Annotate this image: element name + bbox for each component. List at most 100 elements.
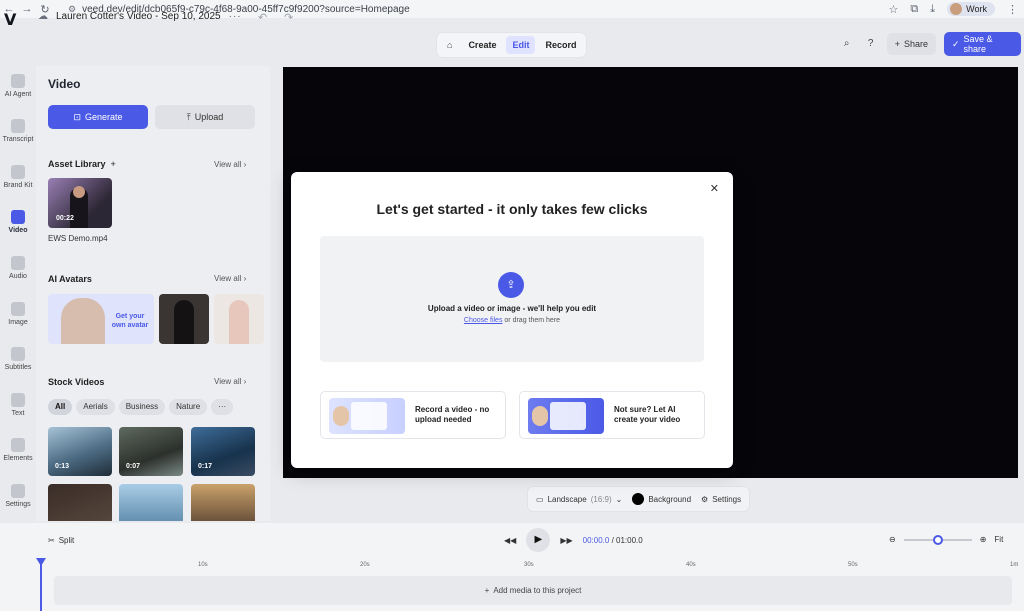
chip-more[interactable]: ···: [211, 399, 234, 415]
mode-record[interactable]: Record: [539, 36, 582, 54]
ai-create-option-label: Not sure? Let AI create your video: [614, 405, 681, 424]
chip-aerials[interactable]: Aerials: [76, 399, 115, 415]
rail-item-elements[interactable]: Elements: [0, 438, 36, 462]
background-color-swatch: [632, 493, 645, 505]
rail-item-ai-agent[interactable]: AI Agent: [0, 74, 36, 98]
asset-library-view-all[interactable]: View all ›: [214, 160, 246, 169]
search-icon[interactable]: ⌕: [839, 36, 855, 52]
record-video-option[interactable]: Record a video - no upload needed: [320, 391, 506, 439]
forward-icon[interactable]: →: [18, 3, 36, 15]
avatar-thumbnail[interactable]: [159, 294, 209, 344]
current-time: 00:00.0: [582, 535, 610, 545]
canvas-settings-button[interactable]: ⚙ Settings: [701, 495, 741, 504]
asset-person-head: [73, 186, 85, 198]
ai-avatars-view-all[interactable]: View all ›: [214, 274, 246, 283]
project-title[interactable]: Lauren Cotter's Video - Sep 10, 2025: [56, 11, 221, 22]
timeline: ✂ Split ◀◀ ▶ ▶▶ 00:00.0 / 01:00.0 ⊖ ⊕ Fi…: [0, 523, 1024, 611]
split-button[interactable]: ✂ Split: [48, 536, 74, 545]
stock-video-thumbnail[interactable]: 0:07: [119, 427, 183, 476]
dropzone-subtext: Choose files or drag them here: [320, 317, 704, 324]
stock-video-thumbnail[interactable]: [119, 484, 183, 521]
extensions-icon[interactable]: ⧉: [910, 3, 918, 16]
mode-create[interactable]: Create: [462, 36, 502, 54]
stock-duration: 0:17: [198, 463, 213, 470]
rail-item-subtitles[interactable]: Subtitles: [0, 347, 36, 371]
rail-item-audio[interactable]: Audio: [0, 256, 36, 280]
upload-dropzone[interactable]: ⇪ Upload a video or image - we'll help y…: [320, 236, 704, 362]
play-button[interactable]: ▶: [526, 528, 551, 552]
zoom-in-icon[interactable]: ⊕: [980, 535, 987, 544]
total-time: 01:00.0: [616, 535, 643, 545]
create-avatar-text: Get your own avatar: [111, 313, 149, 329]
profile-label: Work: [966, 4, 987, 14]
playhead[interactable]: [36, 558, 46, 611]
more-options-icon[interactable]: ···: [229, 11, 242, 22]
zoom-slider[interactable]: [903, 534, 972, 545]
zoom-out-icon[interactable]: ⊖: [889, 535, 896, 544]
avatar-figure: [174, 300, 194, 344]
add-asset-icon[interactable]: +: [111, 159, 116, 169]
help-icon[interactable]: ?: [863, 36, 879, 52]
rail-label: Text: [11, 410, 25, 417]
asset-duration: 00:22: [56, 215, 74, 222]
ai-create-option[interactable]: Not sure? Let AI create your video: [519, 391, 705, 439]
stock-filter-chips: All Aerials Business Nature ···: [48, 399, 234, 415]
stock-video-thumbnail[interactable]: 0:13: [48, 427, 112, 476]
rewind-icon[interactable]: ◀◀: [504, 536, 516, 545]
rail-label: Elements: [3, 455, 33, 462]
rail-item-transcript[interactable]: Transcript: [0, 119, 36, 143]
upload-button[interactable]: ⤒ Upload: [155, 105, 255, 129]
asset-library-title: Asset Library: [48, 159, 106, 169]
project-title-group: ☁ Lauren Cotter's Video - Sep 10, 2025 ·…: [38, 11, 242, 22]
generate-button[interactable]: ⊡ Generate: [48, 105, 148, 129]
avatar-thumbnail[interactable]: [214, 294, 264, 344]
plus-icon: +: [484, 586, 490, 595]
choose-files-link[interactable]: Choose files: [464, 317, 503, 324]
add-media-track[interactable]: + Add media to this project: [54, 576, 1012, 605]
rail-item-text[interactable]: Text: [0, 393, 36, 417]
bookmark-star-icon[interactable]: ☆: [889, 3, 899, 16]
stock-video-thumbnail[interactable]: [191, 484, 255, 521]
chip-nature[interactable]: Nature: [169, 399, 208, 415]
veed-logo[interactable]: V: [4, 10, 16, 29]
fit-button[interactable]: Fit: [994, 535, 1003, 544]
stock-video-thumbnail[interactable]: [48, 484, 112, 521]
close-icon[interactable]: ✕: [710, 182, 719, 195]
fast-forward-icon[interactable]: ▶▶: [560, 536, 572, 545]
chip-business[interactable]: Business: [118, 399, 166, 415]
home-icon[interactable]: ⌂: [441, 36, 458, 54]
create-avatar-card[interactable]: Get your own avatar: [48, 294, 154, 344]
zoom-slider-handle[interactable]: [932, 534, 943, 545]
record-option-label: Record a video - no upload needed: [415, 405, 490, 424]
browser-menu-icon[interactable]: ⋮: [1007, 3, 1018, 16]
background-button[interactable]: Background: [632, 493, 691, 505]
chip-all[interactable]: All: [48, 399, 73, 415]
profile-button[interactable]: Work: [947, 2, 995, 16]
cloud-upload-icon[interactable]: ⇪: [498, 272, 524, 298]
save-share-button[interactable]: ✓ Save & share: [944, 32, 1021, 56]
ruler-tick: 1m: [1010, 562, 1019, 568]
rail-item-brand-kit[interactable]: Brand Kit: [0, 165, 36, 189]
rail-item-image[interactable]: Image: [0, 302, 36, 326]
mode-switcher: ⌂ Create Edit Record: [437, 33, 587, 57]
aspect-ratio-dropdown[interactable]: ▭ Landscape (16:9) ⌄: [536, 495, 622, 504]
asset-thumbnail[interactable]: 00:22: [48, 178, 112, 228]
download-icon[interactable]: ⤓: [930, 3, 935, 16]
stock-video-thumbnail[interactable]: 0:17: [191, 427, 255, 476]
modal-title: Let's get started - it only takes few cl…: [376, 201, 648, 217]
undo-icon[interactable]: ↶: [258, 11, 267, 24]
stock-videos-title: Stock Videos: [48, 377, 105, 387]
upload-label: Upload: [194, 112, 224, 122]
mode-edit[interactable]: Edit: [506, 36, 536, 54]
add-user-icon: +: [894, 39, 900, 49]
timeline-ruler[interactable]: 10s 20s 30s 40s 50s 1m: [40, 560, 1024, 572]
redo-icon[interactable]: ↷: [284, 11, 293, 24]
rail-item-video[interactable]: Video: [0, 210, 36, 234]
stock-videos-view-all[interactable]: View all ›: [214, 377, 246, 386]
rail-item-settings[interactable]: Settings: [0, 484, 36, 508]
add-media-label: Add media to this project: [493, 586, 582, 595]
get-started-modal: ✕ Let's get started - it only takes few …: [291, 172, 733, 468]
share-button[interactable]: + Share: [886, 33, 936, 55]
playhead-line: [40, 564, 42, 611]
settings-icon: [11, 484, 25, 498]
